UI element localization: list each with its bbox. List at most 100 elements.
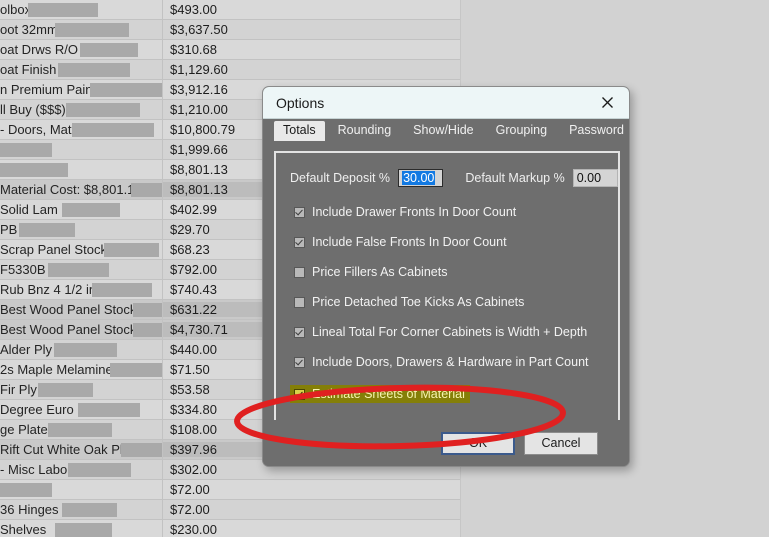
totals-fields-row: Default Deposit % 30.00 Default Markup %… bbox=[276, 153, 618, 187]
close-icon[interactable] bbox=[594, 92, 620, 114]
redaction-box bbox=[55, 22, 129, 37]
redaction-box bbox=[0, 162, 68, 177]
redaction-box bbox=[66, 102, 140, 117]
tab-rounding[interactable]: Rounding bbox=[329, 121, 401, 141]
dialog-titlebar: Options bbox=[263, 87, 629, 119]
redaction-box bbox=[28, 2, 98, 17]
default-deposit-label: Default Deposit % bbox=[290, 171, 391, 185]
checkbox-price-detached-toe-kicks-as-cabinets[interactable]: Price Detached Toe Kicks As Cabinets bbox=[276, 295, 618, 309]
line-item-label-text: Degree Euro bbox=[0, 402, 74, 417]
redaction-box bbox=[19, 222, 75, 237]
line-item-label: Fir Ply bbox=[0, 379, 163, 400]
dialog-button-bar: OK Cancel bbox=[263, 420, 629, 466]
line-item-label-text: Scrap Panel Stock bbox=[0, 242, 107, 257]
line-item-label: olbox bbox=[0, 0, 163, 20]
line-item-amount: $3,637.50 bbox=[170, 22, 228, 37]
redaction-box bbox=[48, 262, 109, 277]
checkbox-label: Estimate Sheets of Material bbox=[312, 387, 465, 401]
ok-button[interactable]: OK bbox=[441, 431, 515, 455]
line-item-label: 2s Maple Melamine bbox=[0, 359, 163, 380]
redaction-box bbox=[90, 82, 162, 97]
line-item-label-text: Shelves bbox=[0, 522, 47, 537]
cancel-button[interactable]: Cancel bbox=[524, 431, 598, 455]
options-dialog: Options Totals Rounding Show/Hide Grouping P… bbox=[262, 86, 630, 467]
line-item-label: oat Drws R/O bbox=[0, 39, 163, 60]
table-row[interactable]: oot 32mm $3,637.50 bbox=[0, 19, 460, 40]
checkbox-checked-icon[interactable] bbox=[294, 326, 305, 338]
tab-password[interactable]: Password bbox=[560, 121, 629, 141]
line-item-label: - Doors, Mate bbox=[0, 119, 163, 140]
checkbox-label: Include False Fronts In Door Count bbox=[312, 235, 507, 249]
line-item-label-text: Rub Bnz 4 1/2 in bbox=[0, 282, 97, 297]
redaction-box bbox=[0, 482, 52, 497]
redaction-box bbox=[62, 502, 117, 517]
line-item-amount: $72.00 bbox=[170, 482, 210, 497]
dialog-tabstrip: Totals Rounding Show/Hide Grouping Password bbox=[263, 119, 629, 141]
checkbox-row-inner: Include Doors, Drawers & Hardware in Par… bbox=[294, 355, 589, 369]
line-item-label-text: n Premium Paint bbox=[0, 82, 97, 97]
table-row[interactable]: oat Drws R/O $310.68 bbox=[0, 39, 460, 60]
default-deposit-input[interactable]: 30.00 bbox=[398, 169, 444, 187]
line-item-amount: $493.00 bbox=[170, 2, 217, 17]
line-item-label-text: oot 32mm bbox=[0, 22, 58, 37]
line-item-label bbox=[0, 159, 163, 180]
redaction-box bbox=[58, 62, 130, 77]
line-item-label bbox=[0, 479, 163, 500]
line-item-label: Shelves bbox=[0, 519, 163, 537]
line-item-label-text: Best Wood Panel Stock bbox=[0, 322, 137, 337]
table-row[interactable]: 36 Hinges $72.00 bbox=[0, 499, 460, 520]
checkbox-unchecked-icon[interactable] bbox=[294, 296, 305, 308]
line-item-label: Scrap Panel Stock bbox=[0, 239, 163, 260]
checkbox-unchecked-icon[interactable] bbox=[294, 266, 305, 278]
default-markup-input[interactable]: 0.00 bbox=[572, 169, 618, 187]
redaction-box bbox=[0, 142, 52, 157]
line-item-label-text: PB bbox=[0, 222, 18, 237]
line-item-label-text: oat Finish bbox=[0, 62, 57, 77]
line-item-label: PB bbox=[0, 219, 163, 240]
checkbox-include-doors-drawers-hardware-in-part-count[interactable]: Include Doors, Drawers & Hardware in Par… bbox=[276, 355, 618, 369]
line-item-amount: $72.00 bbox=[170, 502, 210, 517]
table-row[interactable]: olbox $493.00 bbox=[0, 0, 460, 20]
checkbox-checked-icon[interactable] bbox=[294, 236, 305, 248]
line-item-label-text: oat Drws R/O bbox=[0, 42, 79, 57]
highlight-band: Estimate Sheets of Material bbox=[290, 385, 470, 403]
tab-totals[interactable]: Totals bbox=[274, 121, 325, 141]
table-row[interactable]: $72.00 bbox=[0, 479, 460, 500]
checkbox-lineal-total-for-corner-cabinets-is-width-depth[interactable]: Lineal Total For Corner Cabinets is Widt… bbox=[276, 325, 618, 339]
line-item-label-text: Material Cost: $8,801.13 bbox=[0, 182, 142, 197]
checkbox-row-inner: Lineal Total For Corner Cabinets is Widt… bbox=[294, 325, 587, 339]
redaction-box bbox=[38, 382, 93, 397]
line-item-label-text: Best Wood Panel Stock bbox=[0, 302, 137, 317]
checkbox-include-false-fronts-in-door-count[interactable]: Include False Fronts In Door Count bbox=[276, 235, 618, 249]
redaction-box bbox=[121, 442, 162, 457]
checkbox-checked-icon[interactable] bbox=[294, 356, 305, 368]
line-item-label-text: Solid Lam bbox=[0, 202, 58, 217]
line-item-label-text: 2s Maple Melamine bbox=[0, 362, 113, 377]
checkbox-include-drawer-fronts-in-door-count[interactable]: Include Drawer Fronts In Door Count bbox=[276, 205, 618, 219]
line-item-label: ge Plate bbox=[0, 419, 163, 440]
line-item-label: F5330B bbox=[0, 259, 163, 280]
line-item-label: - Misc Labor bbox=[0, 459, 163, 480]
tab-show-hide[interactable]: Show/Hide bbox=[404, 121, 482, 141]
table-row[interactable]: Shelves $230.00 bbox=[0, 519, 460, 537]
checkbox-checked-icon[interactable] bbox=[294, 388, 305, 400]
checkbox-row-inner: Include False Fronts In Door Count bbox=[294, 235, 507, 249]
line-item-label-text: olbox bbox=[0, 2, 32, 17]
redaction-box bbox=[68, 462, 131, 477]
line-item-label-text: ll Buy ($$$) bbox=[0, 102, 66, 117]
tab-grouping[interactable]: Grouping bbox=[487, 121, 556, 141]
default-markup-label: Default Markup % bbox=[465, 171, 565, 185]
redaction-box bbox=[80, 42, 138, 57]
redaction-box bbox=[133, 322, 162, 337]
line-item-label: Best Wood Panel Stock bbox=[0, 319, 163, 340]
table-row[interactable]: oat Finish $1,129.60 bbox=[0, 59, 460, 80]
checkbox-checked-icon[interactable] bbox=[294, 206, 305, 218]
line-item-label bbox=[0, 139, 163, 160]
checkbox-label: Lineal Total For Corner Cabinets is Widt… bbox=[312, 325, 588, 339]
line-item-label: Best Wood Panel Stock bbox=[0, 299, 163, 320]
line-item-label: Alder Ply bbox=[0, 339, 163, 360]
line-item-amount: $310.68 bbox=[170, 42, 217, 57]
checkbox-label: Include Drawer Fronts In Door Count bbox=[312, 205, 517, 219]
checkbox-price-fillers-as-cabinets[interactable]: Price Fillers As Cabinets bbox=[276, 265, 618, 279]
checkbox-estimate-sheets-of-material[interactable]: Estimate Sheets of Material bbox=[276, 385, 618, 403]
